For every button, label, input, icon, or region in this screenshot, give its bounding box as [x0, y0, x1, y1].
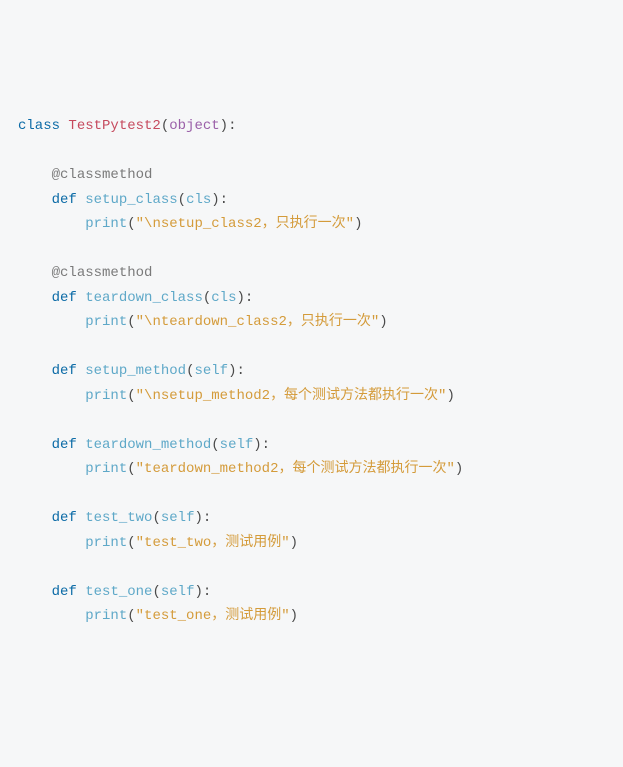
param-self: self: [194, 363, 228, 379]
decorator: @classmethod: [52, 167, 153, 183]
string-literal: "\nteardown_class2，只执行一次": [136, 314, 380, 330]
keyword-def: def: [52, 584, 77, 600]
keyword-def: def: [52, 510, 77, 526]
blank-line: [18, 482, 605, 507]
code-line: def test_one(self):: [18, 580, 605, 605]
code-line: print("\nsetup_class2，只执行一次"): [18, 212, 605, 237]
blank-line: [18, 237, 605, 262]
code-line: class TestPytest2(object):: [18, 114, 605, 139]
builtin-print: print: [85, 608, 127, 624]
method-name: teardown_method: [85, 437, 211, 453]
method-name: test_one: [85, 584, 152, 600]
paren-open: (: [127, 216, 135, 232]
method-name: setup_method: [85, 363, 186, 379]
paren-close: ):: [194, 584, 211, 600]
paren-close: ): [446, 388, 454, 404]
builtin-print: print: [85, 314, 127, 330]
keyword-def: def: [52, 437, 77, 453]
blank-line: [18, 139, 605, 164]
code-line: print("\nteardown_class2，只执行一次"): [18, 310, 605, 335]
builtin-print: print: [85, 216, 127, 232]
param-self: self: [161, 510, 195, 526]
keyword-class: class: [18, 118, 60, 134]
code-line: def teardown_method(self):: [18, 433, 605, 458]
class-name: TestPytest2: [68, 118, 160, 134]
keyword-def: def: [52, 192, 77, 208]
code-line: print("test_one，测试用例"): [18, 604, 605, 629]
paren-close: ):: [211, 192, 228, 208]
keyword-def: def: [52, 290, 77, 306]
builtin-object: object: [169, 118, 219, 134]
paren-close: ): [290, 535, 298, 551]
string-literal: "test_two，测试用例": [136, 535, 290, 551]
code-line: @classmethod: [18, 163, 605, 188]
code-line: def setup_method(self):: [18, 359, 605, 384]
builtin-print: print: [85, 388, 127, 404]
string-literal: "\nsetup_method2，每个测试方法都执行一次": [136, 388, 447, 404]
keyword-def: def: [52, 363, 77, 379]
string-literal: "teardown_method2，每个测试方法都执行一次": [136, 461, 455, 477]
paren-close: ):: [253, 437, 270, 453]
builtin-print: print: [85, 461, 127, 477]
paren-close: ): [379, 314, 387, 330]
paren-close: ):: [220, 118, 237, 134]
paren-open: (: [127, 314, 135, 330]
paren-open: (: [127, 535, 135, 551]
paren-close: ): [354, 216, 362, 232]
method-name: test_two: [85, 510, 152, 526]
code-line: print("teardown_method2，每个测试方法都执行一次"): [18, 457, 605, 482]
blank-line: [18, 335, 605, 360]
method-name: setup_class: [85, 192, 177, 208]
decorator: @classmethod: [52, 265, 153, 281]
paren-open: (: [127, 608, 135, 624]
param-cls: cls: [211, 290, 236, 306]
code-line: @classmethod: [18, 261, 605, 286]
code-line: print("\nsetup_method2，每个测试方法都执行一次"): [18, 384, 605, 409]
paren-open: (: [203, 290, 211, 306]
paren-close: ): [290, 608, 298, 624]
builtin-print: print: [85, 535, 127, 551]
paren-close: ): [455, 461, 463, 477]
string-literal: "test_one，测试用例": [136, 608, 290, 624]
blank-line: [18, 555, 605, 580]
paren-open: (: [127, 461, 135, 477]
paren-close: ):: [228, 363, 245, 379]
paren-close: ):: [236, 290, 253, 306]
param-cls: cls: [186, 192, 211, 208]
paren-open: (: [152, 510, 160, 526]
string-literal: "\nsetup_class2，只执行一次": [136, 216, 354, 232]
code-line: def teardown_class(cls):: [18, 286, 605, 311]
paren-open: (: [127, 388, 135, 404]
code-block: class TestPytest2(object): @classmethod …: [18, 114, 605, 629]
code-line: def setup_class(cls):: [18, 188, 605, 213]
paren-open: (: [178, 192, 186, 208]
param-self: self: [220, 437, 254, 453]
paren-open: (: [152, 584, 160, 600]
paren-open: (: [161, 118, 169, 134]
paren-close: ):: [194, 510, 211, 526]
code-line: def test_two(self):: [18, 506, 605, 531]
blank-line: [18, 408, 605, 433]
code-line: print("test_two，测试用例"): [18, 531, 605, 556]
paren-open: (: [211, 437, 219, 453]
param-self: self: [161, 584, 195, 600]
method-name: teardown_class: [85, 290, 203, 306]
